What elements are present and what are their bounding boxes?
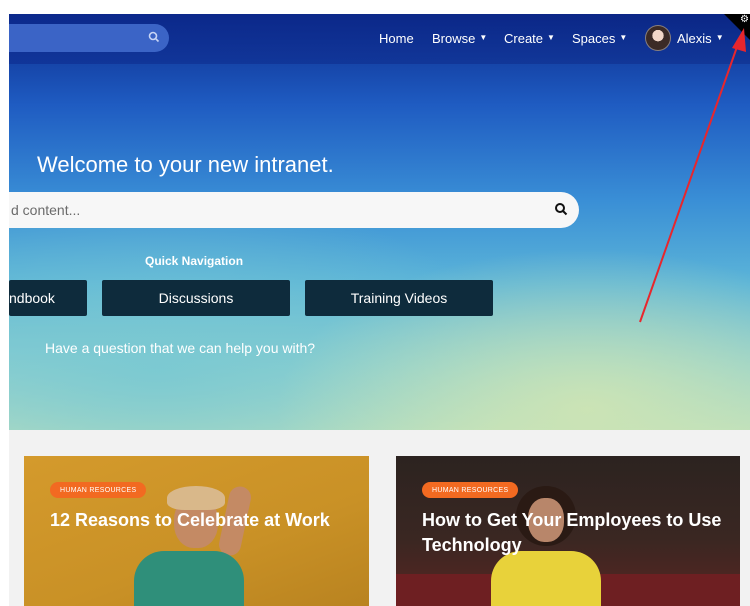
- top-navigation-bar: Home Browse ▼ Create ▼ Spaces ▼ Alexis ▼: [9, 14, 750, 64]
- help-question-link[interactable]: Have a question that we can help you wit…: [45, 340, 315, 356]
- nav-user-menu[interactable]: Alexis ▼: [677, 31, 724, 46]
- nav-create[interactable]: Create ▼: [504, 31, 555, 46]
- nav-browse-label: Browse: [432, 31, 476, 46]
- nav-spaces-label: Spaces: [572, 31, 616, 46]
- caret-down-icon: ▼: [547, 33, 555, 42]
- search-placeholder: d content...: [11, 202, 81, 218]
- nav-home-label: Home: [379, 31, 414, 46]
- search-icon[interactable]: [147, 30, 161, 49]
- search-icon[interactable]: [553, 201, 569, 222]
- hero-banner: Home Browse ▼ Create ▼ Spaces ▼ Alexis ▼…: [9, 14, 750, 430]
- nav-browse[interactable]: Browse ▼: [432, 31, 487, 46]
- quick-nav-training-videos-button[interactable]: Training Videos: [305, 280, 493, 316]
- quick-nav-handbook-button[interactable]: ndbook: [9, 280, 87, 316]
- nav-spaces[interactable]: Spaces ▼: [572, 31, 627, 46]
- quick-nav-handbook-label: ndbook: [9, 290, 55, 306]
- caret-down-icon: ▼: [619, 33, 628, 42]
- quick-nav-training-videos-label: Training Videos: [350, 290, 448, 306]
- article-card[interactable]: HUMAN RESOURCES 12 Reasons to Celebrate …: [24, 456, 369, 606]
- caret-down-icon: ▼: [715, 33, 724, 42]
- card-image-person-body: [491, 551, 601, 606]
- header-search-input[interactable]: [9, 24, 169, 52]
- quick-nav-discussions-label: Discussions: [158, 290, 234, 306]
- article-title[interactable]: How to Get Your Employees to Use Technol…: [422, 508, 722, 558]
- gear-icon[interactable]: ⚙: [740, 14, 749, 25]
- quick-nav-discussions-button[interactable]: Discussions: [102, 280, 290, 316]
- nav-user-label: Alexis: [677, 31, 712, 46]
- card-image-person-body: [134, 551, 244, 606]
- category-badge[interactable]: HUMAN RESOURCES: [422, 482, 519, 498]
- nav-home[interactable]: Home: [379, 31, 414, 46]
- article-title[interactable]: 12 Reasons to Celebrate at Work: [50, 508, 350, 533]
- welcome-heading: Welcome to your new intranet.: [37, 152, 334, 177]
- card-image-person-hat: [167, 486, 225, 510]
- content-search-input[interactable]: d content...: [9, 192, 579, 228]
- caret-down-icon: ▼: [479, 33, 488, 42]
- nav-create-label: Create: [504, 31, 544, 46]
- avatar[interactable]: [645, 25, 671, 51]
- quick-navigation-label: Quick Navigation: [145, 254, 244, 268]
- article-card[interactable]: HUMAN RESOURCES How to Get Your Employee…: [396, 456, 740, 606]
- category-badge[interactable]: HUMAN RESOURCES: [50, 482, 147, 498]
